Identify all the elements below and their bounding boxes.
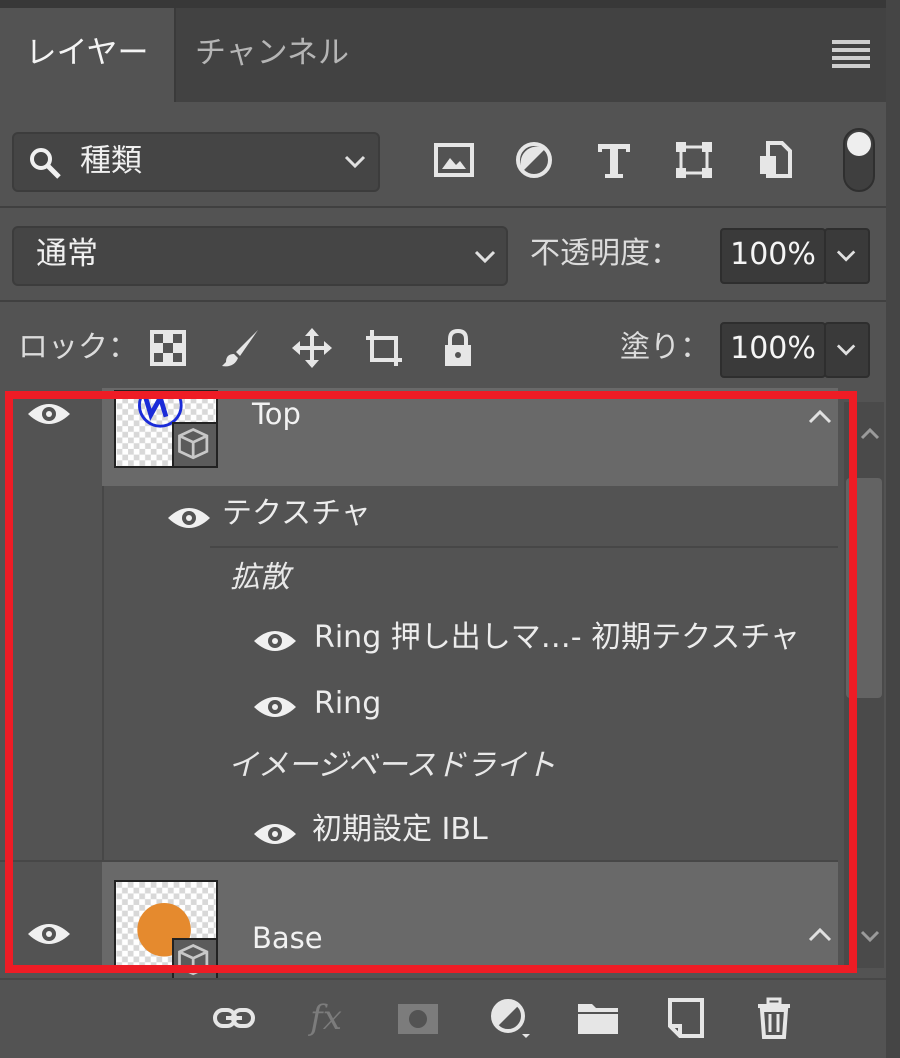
filter-shape-layer-icon[interactable] [672,138,716,182]
panel-menu-icon[interactable] [832,40,870,68]
filter-pixel-layer-icon[interactable] [432,138,476,182]
lock-image-pixels-icon[interactable] [218,326,262,370]
fill-input[interactable]: 100% [720,322,826,378]
new-layer-icon[interactable] [664,996,708,1040]
search-icon [30,148,61,179]
add-mask-icon[interactable] [396,996,440,1040]
panel-edge [886,0,900,1058]
opacity-input[interactable]: 100% [720,228,826,284]
scroll-down-icon[interactable] [858,926,882,946]
fill-label: 塗り： [620,330,710,365]
chevron-down-icon [836,250,856,262]
new-adjustment-layer-icon[interactable] [488,996,532,1040]
filter-type-layer-icon[interactable] [592,138,636,182]
highlight-box [5,391,857,973]
filter-kind-label: 種類 [80,143,142,179]
new-group-folder-icon[interactable] [576,996,620,1040]
layer-style-fx-icon[interactable]: fx [304,996,348,1040]
opacity-dropdown-button[interactable] [824,228,870,284]
filter-kind-dropdown[interactable] [12,132,380,192]
chevron-down-icon [836,344,856,356]
divider [0,300,886,302]
lock-artboard-icon[interactable] [362,326,406,370]
filter-toggle-knob [847,132,871,156]
lock-position-icon[interactable] [290,326,334,370]
filter-smart-object-icon[interactable] [752,138,796,182]
filter-adjustment-layer-icon[interactable] [512,138,556,182]
scroll-up-icon[interactable] [858,424,882,444]
tab-layers[interactable]: レイヤー [0,8,176,102]
divider [0,206,886,208]
chevron-down-icon[interactable] [472,243,498,269]
fill-dropdown-button[interactable] [824,322,870,378]
lock-transparent-pixels-icon[interactable] [146,326,190,370]
blend-mode-label: 通常 [36,236,98,272]
lock-all-icon[interactable] [436,326,480,370]
link-layers-icon[interactable] [212,996,256,1040]
opacity-label: 不透明度： [530,236,680,271]
trash-delete-icon[interactable] [752,996,796,1040]
lock-label: ロック： [18,330,138,365]
chevron-down-icon[interactable] [342,148,368,174]
tab-channels[interactable]: チャンネル [182,8,362,102]
